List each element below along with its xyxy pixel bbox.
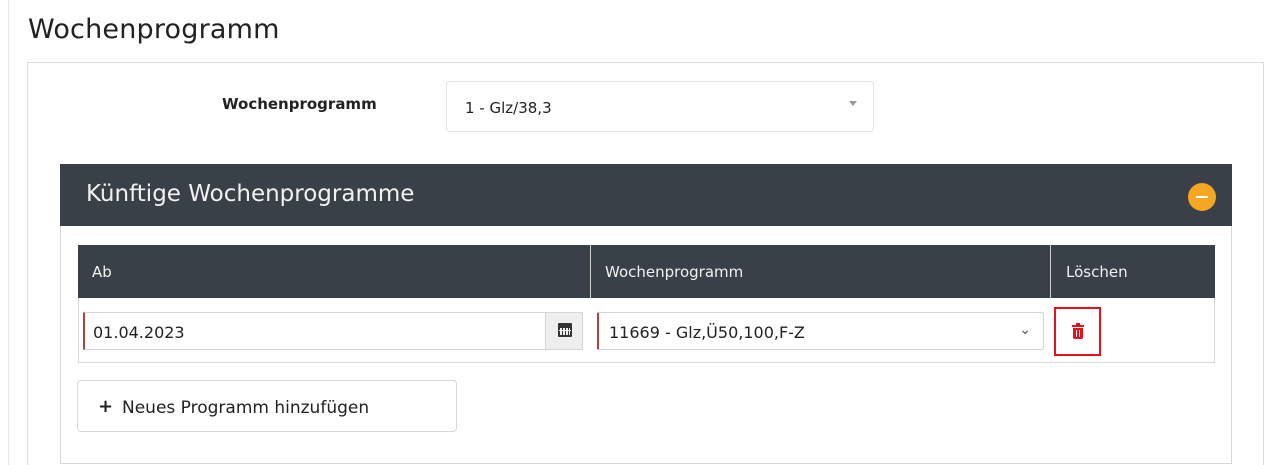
add-program-label: Neues Programm hinzufügen (122, 398, 370, 418)
wochenprogramm-select-value: 1 - Glz/38,3 (465, 99, 552, 117)
column-header-wochenprogramm: Wochenprogramm (605, 263, 744, 281)
calendar-button[interactable] (545, 313, 582, 349)
future-programs-title: Künftige Wochenprogramme (86, 181, 415, 207)
wochenprogramm-select[interactable]: 1 - Glz/38,3 (446, 81, 874, 132)
page-title: Wochenprogramm (28, 14, 280, 45)
dropdown-caret-icon (849, 101, 857, 106)
wochenprogramm-label: Wochenprogramm (222, 95, 377, 113)
trash-icon (1072, 323, 1084, 339)
ab-date-value: 01.04.2023 (93, 323, 185, 342)
plus-icon: + (98, 396, 114, 417)
ab-date-input[interactable]: 01.04.2023 (83, 312, 583, 350)
future-programs-header: Künftige Wochenprogramme (60, 164, 1232, 226)
table-header: Ab Wochenprogramm Löschen (78, 245, 1215, 298)
column-header-ab: Ab (92, 263, 112, 281)
delete-row-button[interactable] (1054, 307, 1101, 356)
row-wochenprogramm-select[interactable]: 11669 - Glz,Ü50,100,F-Z ⌄ (597, 312, 1044, 350)
chevron-down-icon: ⌄ (1019, 322, 1031, 338)
add-program-button[interactable]: + Neues Programm hinzufügen (77, 380, 457, 432)
left-border (8, 0, 9, 465)
column-header-loeschen: Löschen (1066, 263, 1128, 281)
calendar-icon (558, 323, 572, 337)
row-wochenprogramm-value: 11669 - Glz,Ü50,100,F-Z (609, 323, 805, 342)
minus-circle-icon[interactable] (1188, 183, 1216, 211)
